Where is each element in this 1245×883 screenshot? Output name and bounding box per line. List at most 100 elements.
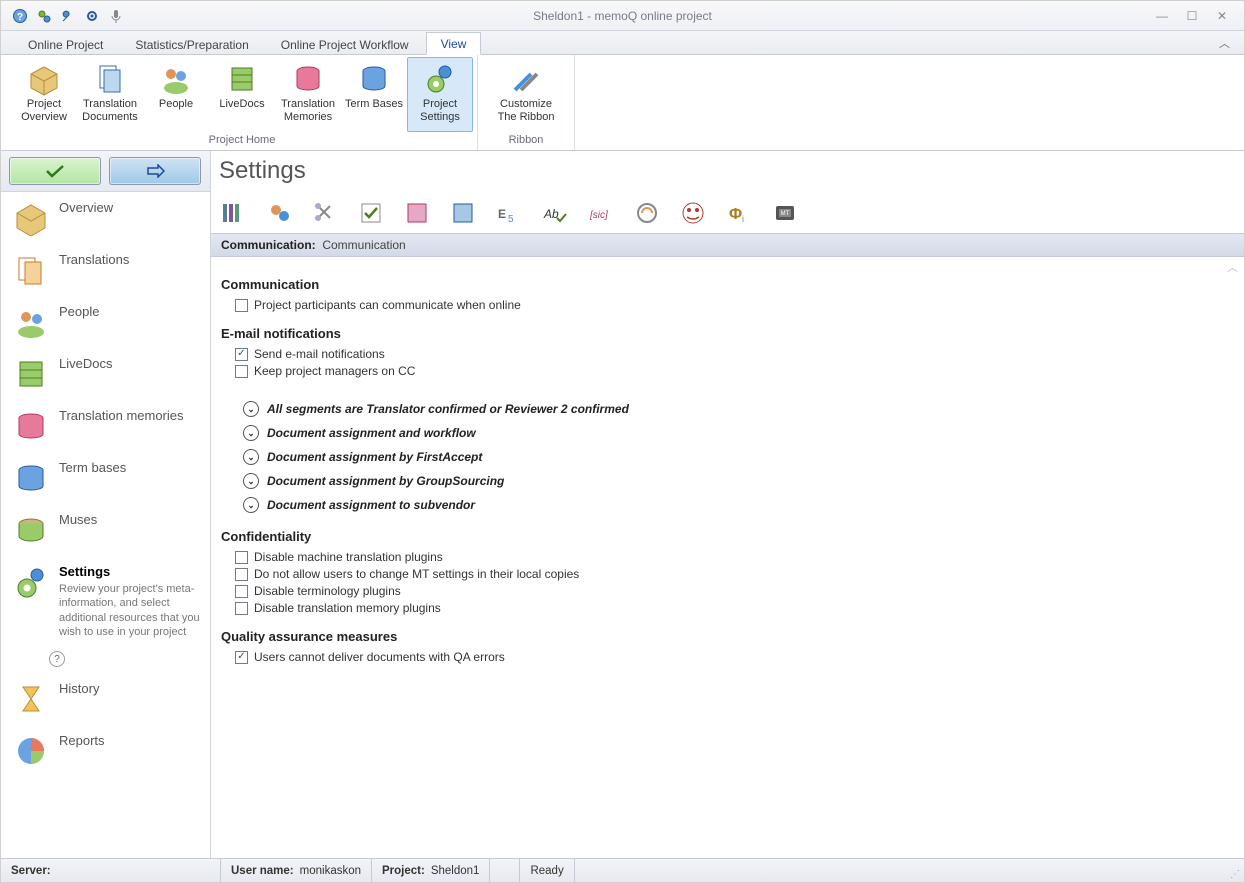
sidebar-item-tbs[interactable]: Term bases [1, 452, 210, 504]
wrench-icon[interactable] [59, 7, 77, 25]
chevron-down-icon: ⌄ [243, 449, 259, 465]
svg-text:?: ? [17, 12, 23, 23]
section-confidentiality: Confidentiality [221, 529, 1224, 544]
people-icon [159, 62, 193, 96]
ribbon-collapse-icon[interactable]: ︿ [1219, 35, 1230, 51]
row-qa-errors[interactable]: Users cannot deliver documents with QA e… [235, 650, 1224, 664]
breadcrumb: Communication: Communication [211, 233, 1244, 257]
autotranslate-icon[interactable] [633, 199, 661, 227]
muses-icon [13, 512, 49, 548]
expander-confirmed[interactable]: ⌄All segments are Translator confirmed o… [243, 401, 1224, 417]
checkbox[interactable] [235, 348, 248, 361]
chevron-down-icon: ⌄ [243, 425, 259, 441]
checkbox[interactable] [235, 602, 248, 615]
settings-gear-icon [13, 564, 49, 600]
segmentation-icon[interactable] [311, 199, 339, 227]
ribbon-group-label-ribbon: Ribbon [482, 132, 570, 150]
ribbon-customize[interactable]: Customize The Ribbon [482, 57, 570, 132]
row-disable-terminology[interactable]: Disable terminology plugins [235, 584, 1224, 598]
sidebar-item-reports[interactable]: Reports [1, 725, 210, 777]
ribbon: Project Overview Translation Documents P… [1, 55, 1244, 151]
svg-text:[sic]: [sic] [589, 210, 608, 221]
row-participants-communicate[interactable]: Project participants can communicate whe… [235, 298, 1224, 312]
nav-action-buttons [1, 151, 210, 192]
sidebar-item-translations[interactable]: Translations [1, 244, 210, 296]
close-button[interactable]: ✕ [1210, 6, 1234, 26]
ribbon-term-bases[interactable]: Term Bases [341, 57, 407, 132]
tab-statistics[interactable]: Statistics/Preparation [120, 33, 263, 55]
checkbox[interactable] [235, 568, 248, 581]
checkbox[interactable] [235, 585, 248, 598]
expander-groupsourcing[interactable]: ⌄Document assignment by GroupSourcing [243, 473, 1224, 489]
content-title: Settings [211, 151, 1244, 195]
sidebar-item-overview[interactable]: Overview [1, 192, 210, 244]
minimize-button[interactable]: — [1150, 6, 1174, 26]
row-keep-pm-cc[interactable]: Keep project managers on CC [235, 364, 1224, 378]
checkbox[interactable] [235, 651, 248, 664]
status-project: Project:Sheldon1 [372, 859, 490, 882]
row-disable-tm[interactable]: Disable translation memory plugins [235, 601, 1224, 615]
box-icon [13, 200, 49, 236]
svg-text:i: i [742, 214, 744, 224]
sync-button[interactable] [109, 157, 201, 185]
box-icon [27, 62, 61, 96]
ribbon-group-label-home: Project Home [11, 132, 473, 150]
help-icon[interactable]: ? [11, 7, 29, 25]
svg-text:E: E [498, 207, 506, 221]
checkbox[interactable] [235, 365, 248, 378]
ribbon-livedocs[interactable]: LiveDocs [209, 57, 275, 132]
sidebar-item-tms[interactable]: Translation memories [1, 400, 210, 452]
tab-online-project[interactable]: Online Project [13, 33, 118, 55]
gears-icon[interactable] [35, 7, 53, 25]
expander-firstaccept[interactable]: ⌄Document assignment by FirstAccept [243, 449, 1224, 465]
status-server: Server: [1, 859, 221, 882]
qa-icon[interactable] [357, 199, 385, 227]
gear-icon[interactable] [83, 7, 101, 25]
people-icon [13, 304, 49, 340]
ribbon-translation-documents[interactable]: Translation Documents [77, 57, 143, 132]
sidebar-item-people[interactable]: People [1, 296, 210, 348]
maximize-button[interactable]: ☐ [1180, 6, 1204, 26]
sidebar-item-history[interactable]: History [1, 673, 210, 725]
row-disable-mt[interactable]: Disable machine translation plugins [235, 550, 1224, 564]
font-settings-icon[interactable]: Φi [725, 199, 753, 227]
chevron-down-icon: ⌄ [243, 473, 259, 489]
mic-icon[interactable] [107, 7, 125, 25]
communication-icon[interactable] [265, 199, 293, 227]
export-path-icon[interactable]: E5 [495, 199, 523, 227]
status-ready: Ready [520, 859, 574, 882]
row-no-change-mt-local[interactable]: Do not allow users to change MT settings… [235, 567, 1224, 581]
confirm-button[interactable] [9, 157, 101, 185]
ribbon-project-settings[interactable]: Project Settings [407, 57, 473, 132]
cylinder-icon [291, 62, 325, 96]
tm-settings-icon[interactable] [403, 199, 431, 227]
row-send-email[interactable]: Send e-mail notifications [235, 347, 1224, 361]
chevron-down-icon: ⌄ [243, 401, 259, 417]
sidebar-item-livedocs[interactable]: LiveDocs [1, 348, 210, 400]
ribbon-project-overview[interactable]: Project Overview [11, 57, 77, 132]
expander-assignment-workflow[interactable]: ⌄Document assignment and workflow [243, 425, 1224, 441]
svg-text:5: 5 [508, 214, 514, 225]
non-translatable-icon[interactable]: [sic] [587, 199, 615, 227]
checkbox[interactable] [235, 299, 248, 312]
scroll-up-indicator-icon: ︿ [1227, 259, 1238, 275]
ribbon-people[interactable]: People [143, 57, 209, 132]
sidebar-item-muses[interactable]: Muses [1, 504, 210, 556]
expander-subvendor[interactable]: ⌄Document assignment to subvendor [243, 497, 1224, 513]
sidebar-item-settings[interactable]: Settings Review your project's meta-info… [1, 556, 210, 647]
tab-view[interactable]: View [426, 32, 482, 55]
svg-text:MT: MT [781, 211, 790, 217]
question-mark-icon[interactable]: ? [49, 651, 65, 667]
general-icon[interactable] [219, 199, 247, 227]
mt-icon[interactable]: MT [771, 199, 799, 227]
checkbox[interactable] [235, 551, 248, 564]
status-username: User name:monikaskon [221, 859, 372, 882]
resize-grip-icon[interactable]: ⋰ [1226, 859, 1244, 882]
title-bar: ? Sheldon1 - memoQ online project — ☐ ✕ [1, 1, 1244, 31]
spellcheck-icon[interactable]: Ab [541, 199, 569, 227]
cylinder-blue-icon [13, 460, 49, 496]
ribbon-translation-memories[interactable]: Translation Memories [275, 57, 341, 132]
filter-config-icon[interactable] [679, 199, 707, 227]
tab-workflow[interactable]: Online Project Workflow [266, 33, 424, 55]
livedocs-settings-icon[interactable] [449, 199, 477, 227]
